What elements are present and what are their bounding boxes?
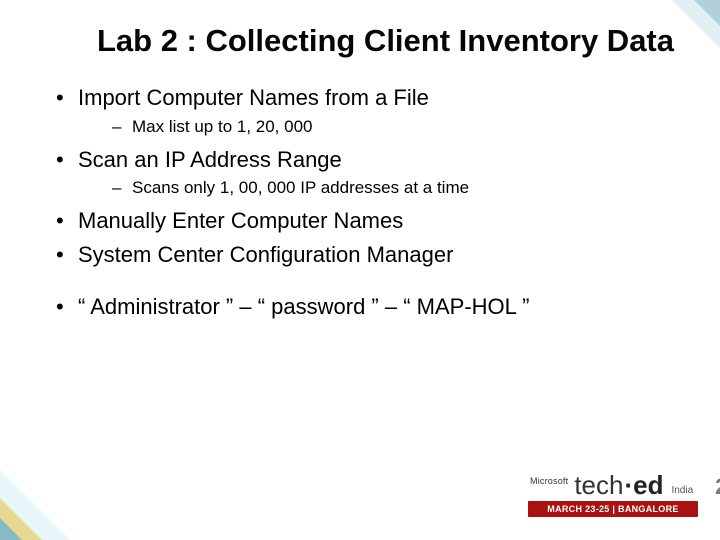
badge-company: Microsoft: [530, 476, 568, 486]
subbullet-scanlimit: Scans only 1, 00, 000 IP addresses at a …: [112, 176, 684, 200]
bullet-scan: Scan an IP Address Range Scans only 1, 0…: [52, 145, 684, 200]
bullet-credentials: “ Administrator ” – “ password ” – “ MAP…: [52, 292, 684, 322]
bullet-list: Import Computer Names from a File Max li…: [52, 83, 684, 269]
badge-region: India: [671, 485, 693, 496]
badge-brand-ed: ·ed: [624, 472, 663, 498]
event-badge: Microsoft tech ·ed India 2011 MARCH 23-2…: [528, 472, 698, 526]
slide-title: Lab 2 : Collecting Client Inventory Data: [88, 22, 674, 59]
badge-brand-tech: tech: [574, 472, 623, 498]
slide: Lab 2 : Collecting Client Inventory Data…: [0, 0, 720, 540]
bullet-import: Import Computer Names from a File Max li…: [52, 83, 684, 138]
subbullet-maxlist: Max list up to 1, 20, 000: [112, 115, 684, 139]
badge-footer: MARCH 23-25 | BANGALORE: [528, 501, 698, 517]
bullet-scan-text: Scan an IP Address Range: [78, 147, 342, 172]
bullet-sccm: System Center Configuration Manager: [52, 240, 684, 270]
bullet-list-2: “ Administrator ” – “ password ” – “ MAP…: [52, 292, 684, 322]
bullet-manual: Manually Enter Computer Names: [52, 206, 684, 236]
badge-year: 2011: [715, 476, 720, 498]
bullet-import-text: Import Computer Names from a File: [78, 85, 429, 110]
